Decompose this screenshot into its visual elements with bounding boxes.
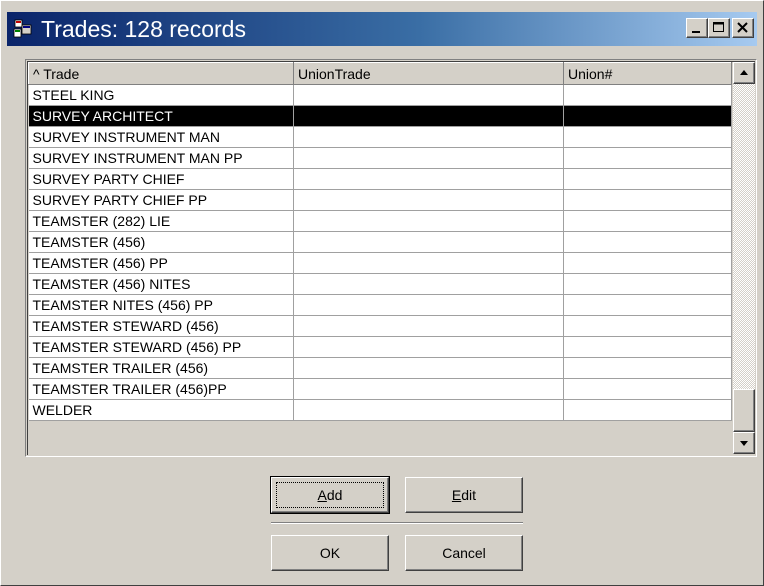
cell-uniontrade[interactable] xyxy=(293,231,564,253)
cell-union-number[interactable] xyxy=(563,189,732,211)
cell-uniontrade[interactable] xyxy=(293,336,564,358)
button-separator xyxy=(271,522,523,524)
table-row[interactable]: TEAMSTER STEWARD (456) xyxy=(28,315,732,337)
table-row[interactable]: TEAMSTER (456) xyxy=(28,231,732,253)
column-header-trade[interactable]: ^ Trade xyxy=(28,62,294,85)
cell-trade[interactable]: TEAMSTER TRAILER (456)PP xyxy=(28,378,294,400)
scrollbar-thumb[interactable] xyxy=(733,389,755,432)
title-bar[interactable]: Trades: 128 records xyxy=(7,12,757,46)
cell-trade[interactable]: TEAMSTER STEWARD (456) xyxy=(28,315,294,337)
table-row[interactable]: TEAMSTER NITES (456) PP xyxy=(28,294,732,316)
column-header-union-number[interactable]: Union# xyxy=(563,62,732,85)
table-row[interactable]: TEAMSTER TRAILER (456) xyxy=(28,357,732,379)
maximize-icon xyxy=(713,22,724,32)
trades-grid[interactable]: ^ Trade UnionTrade Union# STEEL KING SURV… xyxy=(25,59,757,457)
scroll-up-arrow-icon xyxy=(740,70,748,75)
cell-trade[interactable]: SURVEY ARCHITECT xyxy=(28,105,294,127)
scroll-down-arrow-icon xyxy=(740,441,748,446)
cell-trade[interactable]: SURVEY INSTRUMENT MAN PP xyxy=(28,147,294,169)
edit-label-rest: dit xyxy=(461,487,477,503)
add-button[interactable]: Add xyxy=(270,476,390,514)
trades-dialog: Trades: 128 records ^ Trade UnionTrade U… xyxy=(0,0,764,586)
cell-trade[interactable]: TEAMSTER (456) NITES xyxy=(28,273,294,295)
table-row[interactable]: TEAMSTER (456) PP xyxy=(28,252,732,274)
cell-union-number[interactable] xyxy=(563,84,732,106)
add-button-label: Add xyxy=(318,487,343,503)
cell-uniontrade[interactable] xyxy=(293,147,564,169)
cell-uniontrade[interactable] xyxy=(293,168,564,190)
table-row[interactable]: SURVEY INSTRUMENT MAN xyxy=(28,126,732,148)
cell-trade[interactable]: SURVEY PARTY CHIEF PP xyxy=(28,189,294,211)
cell-union-number[interactable] xyxy=(563,315,732,337)
table-row[interactable]: TEAMSTER (282) LIE xyxy=(28,210,732,232)
minimize-button[interactable] xyxy=(686,18,708,38)
cell-uniontrade[interactable] xyxy=(293,105,564,127)
cell-uniontrade[interactable] xyxy=(293,357,564,379)
cell-trade[interactable]: TEAMSTER STEWARD (456) PP xyxy=(28,336,294,358)
cell-uniontrade[interactable] xyxy=(293,399,564,421)
cell-union-number[interactable] xyxy=(563,252,732,274)
table-row[interactable]: SURVEY PARTY CHIEF xyxy=(28,168,732,190)
app-grid-icon xyxy=(13,19,33,39)
column-header-uniontrade[interactable]: UnionTrade xyxy=(293,62,564,85)
close-icon xyxy=(737,22,748,33)
cell-trade[interactable]: TEAMSTER (456) PP xyxy=(28,252,294,274)
cell-uniontrade[interactable] xyxy=(293,210,564,232)
edit-button[interactable]: Edit xyxy=(405,477,523,513)
table-row[interactable]: TEAMSTER TRAILER (456)PP xyxy=(28,378,732,400)
cell-union-number[interactable] xyxy=(563,378,732,400)
cell-union-number[interactable] xyxy=(563,126,732,148)
cell-uniontrade[interactable] xyxy=(293,315,564,337)
cell-uniontrade[interactable] xyxy=(293,294,564,316)
scroll-down-button[interactable] xyxy=(733,432,755,454)
cell-trade[interactable]: SURVEY INSTRUMENT MAN xyxy=(28,126,294,148)
cell-trade[interactable]: TEAMSTER (456) xyxy=(28,231,294,253)
cell-trade[interactable]: TEAMSTER (282) LIE xyxy=(28,210,294,232)
window-title: Trades: 128 records xyxy=(41,16,246,42)
cell-union-number[interactable] xyxy=(563,168,732,190)
cell-uniontrade[interactable] xyxy=(293,252,564,274)
cell-trade[interactable]: TEAMSTER TRAILER (456) xyxy=(28,357,294,379)
add-accel: A xyxy=(317,487,327,503)
maximize-button[interactable] xyxy=(708,18,730,38)
cell-uniontrade[interactable] xyxy=(293,378,564,400)
ok-button[interactable]: OK xyxy=(271,535,389,571)
close-button[interactable] xyxy=(732,18,754,38)
cell-union-number[interactable] xyxy=(563,105,732,127)
table-row[interactable]: WELDER xyxy=(28,399,732,421)
cell-union-number[interactable] xyxy=(563,399,732,421)
cell-union-number[interactable] xyxy=(563,210,732,232)
table-row[interactable]: TEAMSTER STEWARD (456) PP xyxy=(28,336,732,358)
cell-trade[interactable]: TEAMSTER NITES (456) PP xyxy=(28,294,294,316)
table-row[interactable]: SURVEY PARTY CHIEF PP xyxy=(28,189,732,211)
grid-header-row: ^ Trade UnionTrade Union# xyxy=(28,62,732,85)
cell-uniontrade[interactable] xyxy=(293,84,564,106)
vertical-scrollbar[interactable] xyxy=(733,62,755,454)
cell-union-number[interactable] xyxy=(563,273,732,295)
cell-trade[interactable]: STEEL KING xyxy=(28,84,294,106)
table-row[interactable]: TEAMSTER (456) NITES xyxy=(28,273,732,295)
cell-union-number[interactable] xyxy=(563,147,732,169)
edit-accel: E xyxy=(451,487,462,503)
cell-union-number[interactable] xyxy=(563,336,732,358)
edit-button-label: Edit xyxy=(452,487,476,503)
add-label-rest: dd xyxy=(326,487,343,503)
cell-union-number[interactable] xyxy=(563,357,732,379)
cell-uniontrade[interactable] xyxy=(293,126,564,148)
table-row[interactable]: STEEL KING xyxy=(28,84,732,106)
table-row[interactable]: SURVEY ARCHITECT xyxy=(28,105,732,127)
cell-union-number[interactable] xyxy=(563,231,732,253)
cell-uniontrade[interactable] xyxy=(293,273,564,295)
cancel-button[interactable]: Cancel xyxy=(405,535,523,571)
scroll-up-button[interactable] xyxy=(733,62,755,84)
cell-union-number[interactable] xyxy=(563,294,732,316)
minimize-icon xyxy=(692,31,700,33)
cell-trade[interactable]: WELDER xyxy=(28,399,294,421)
table-row[interactable]: SURVEY INSTRUMENT MAN PP xyxy=(28,147,732,169)
trades-table: ^ Trade UnionTrade Union# STEEL KING SURV… xyxy=(28,62,732,421)
cell-uniontrade[interactable] xyxy=(293,189,564,211)
cell-trade[interactable]: SURVEY PARTY CHIEF xyxy=(28,168,294,190)
